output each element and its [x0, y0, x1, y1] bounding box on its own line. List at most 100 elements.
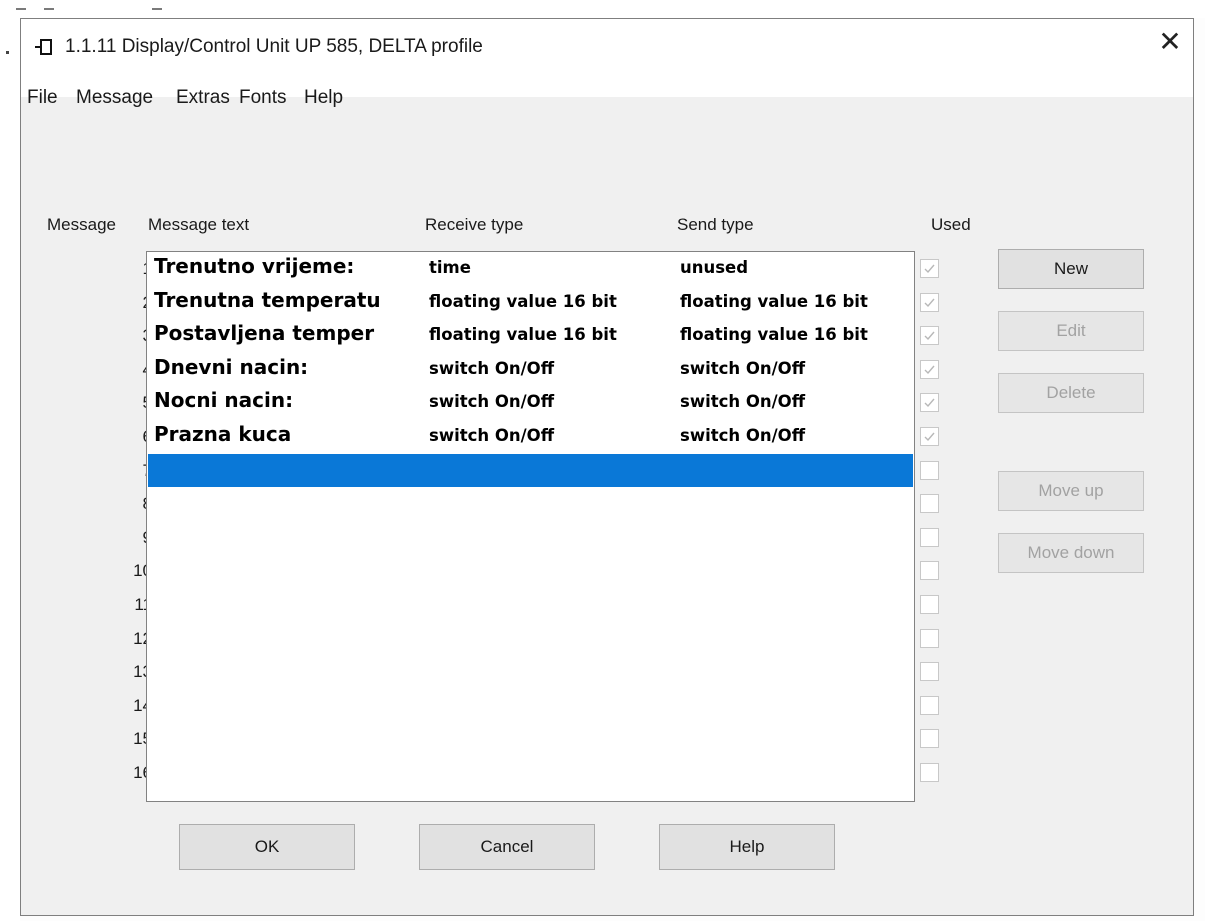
used-checkbox[interactable] [920, 259, 939, 278]
window-title: 1.1.11 Display/Control Unit UP 585, DELT… [65, 36, 483, 57]
message-row[interactable]: Nocni nacin: switch On/Off switch On/Off [148, 386, 913, 413]
new-button[interactable]: New [998, 249, 1144, 289]
send-type-cell: floating value 16 bit [680, 325, 868, 345]
used-checkbox[interactable] [920, 595, 939, 614]
ok-button[interactable]: OK [179, 824, 355, 870]
message-row[interactable] [148, 588, 913, 612]
message-row[interactable] [148, 487, 913, 511]
send-type-cell: unused [680, 258, 749, 277]
message-row[interactable] [148, 554, 913, 578]
menu-file[interactable]: File [27, 87, 58, 109]
message-row[interactable] [148, 655, 913, 679]
message-row[interactable]: Dnevni nacin: switch On/Off switch On/Off [148, 353, 913, 379]
close-icon: ✕ [1158, 26, 1182, 57]
receive-type-cell: switch On/Off [429, 358, 555, 378]
message-number: 11 [134, 594, 152, 614]
edit-button[interactable]: Edit [998, 311, 1144, 351]
message-number: 14 [133, 695, 152, 715]
message-row[interactable] [148, 756, 913, 780]
message-number: 3 [81, 324, 152, 358]
delete-button[interactable]: Delete [998, 373, 1144, 413]
message-row[interactable]: Trenutna temperatu floating value 16 bit f… [148, 286, 913, 312]
message-row[interactable]: Prazna kuca switch On/Off switch On/Off [148, 420, 913, 446]
message-row[interactable]: Postavljena temper floating value 16 bit f… [148, 319, 913, 346]
desktop-background [0, 0, 1205, 18]
message-number-column: 12345678910111213141516 [81, 257, 152, 785]
receive-type-cell: time [429, 258, 471, 277]
header-send-type: Send type [677, 215, 754, 234]
close-button[interactable]: ✕ [1147, 19, 1193, 65]
message-number: 15 [133, 729, 152, 749]
message-number: 9 [81, 526, 152, 560]
message-row[interactable] [148, 722, 913, 746]
move-up-button[interactable]: Move up [998, 471, 1144, 511]
dialog-window: 1.1.11 Display/Control Unit UP 585, DELT… [20, 18, 1194, 916]
menu-message[interactable]: Message [76, 87, 153, 109]
message-number: 12 [133, 628, 152, 648]
message-number: 7 [81, 459, 152, 493]
menu-extras[interactable]: Extras [176, 87, 230, 109]
receive-type-cell: floating value 16 bit [429, 291, 617, 311]
checkmark-icon [924, 331, 935, 341]
message-row[interactable] [148, 521, 913, 545]
menu-bar: File Message Extras Fonts Help [21, 65, 1193, 108]
message-number: 16 [133, 762, 152, 782]
message-row[interactable]: Trenutno vrijeme: time unused [148, 252, 913, 278]
menu-help[interactable]: Help [304, 87, 343, 109]
message-text-cell: Dnevni nacin: [154, 354, 309, 379]
receive-type-cell: floating value 16 bit [429, 325, 617, 345]
message-number: 13 [133, 662, 152, 682]
used-checkbox[interactable] [920, 292, 939, 312]
header-receive-type: Receive type [425, 215, 524, 234]
checkmark-icon [924, 365, 935, 374]
checkmark-icon [924, 432, 935, 442]
message-text-cell: Nocni nacin: [154, 388, 294, 413]
help-button[interactable]: Help [659, 824, 835, 870]
desktop-glyph [44, 8, 54, 10]
title-bar[interactable]: 1.1.11 Display/Control Unit UP 585, DELT… [21, 19, 1193, 65]
used-checkbox[interactable] [920, 460, 939, 480]
used-checkbox[interactable] [920, 628, 939, 648]
message-number: 4 [81, 358, 152, 392]
send-type-cell: floating value 16 bit [680, 291, 868, 311]
message-text-cell: Prazna kuca [154, 422, 292, 446]
checkmark-icon [924, 398, 935, 408]
desktop-glyph [152, 8, 162, 10]
header-message-text: Message text [148, 215, 250, 234]
move-down-button[interactable]: Move down [998, 533, 1144, 573]
used-checkbox[interactable] [920, 393, 939, 413]
message-text-cell: Trenutna temperatu [154, 287, 381, 312]
message-text-cell: Postavljena temper [154, 321, 375, 346]
header-used: Used [931, 215, 971, 234]
used-checkbox[interactable] [920, 695, 939, 715]
used-checkbox[interactable] [920, 561, 939, 581]
message-row[interactable] [148, 622, 913, 646]
message-list[interactable]: Trenutno vrijeme: time unused Trenutna temp… [146, 251, 915, 802]
checkmark-icon [924, 298, 935, 307]
message-number: 8 [81, 492, 152, 526]
used-checkbox[interactable] [920, 662, 939, 682]
used-checkbox[interactable] [920, 763, 939, 782]
header-message: Message [47, 215, 116, 234]
message-row[interactable] [148, 689, 913, 713]
used-checkbox[interactable] [920, 494, 939, 514]
cancel-button[interactable]: Cancel [419, 824, 595, 870]
message-number: 1 [81, 257, 152, 291]
menu-fonts[interactable]: Fonts [239, 87, 287, 109]
message-text-cell: Trenutno vrijeme: [154, 254, 355, 278]
app-icon [35, 37, 57, 59]
send-type-cell: switch On/Off [680, 392, 806, 412]
background-window-edge [0, 18, 20, 921]
used-checkbox[interactable] [920, 427, 939, 446]
used-checkbox[interactable] [920, 326, 939, 346]
message-row[interactable] [148, 453, 913, 487]
message-number: 10 [133, 561, 152, 581]
desktop-glyph [16, 8, 26, 10]
message-number: 5 [81, 391, 152, 425]
message-number: 2 [81, 291, 152, 325]
used-checkbox[interactable] [920, 527, 939, 547]
send-type-cell: switch On/Off [680, 426, 806, 445]
used-checkbox[interactable] [920, 359, 939, 379]
used-checkbox[interactable] [920, 729, 939, 749]
send-type-cell: switch On/Off [680, 358, 806, 378]
